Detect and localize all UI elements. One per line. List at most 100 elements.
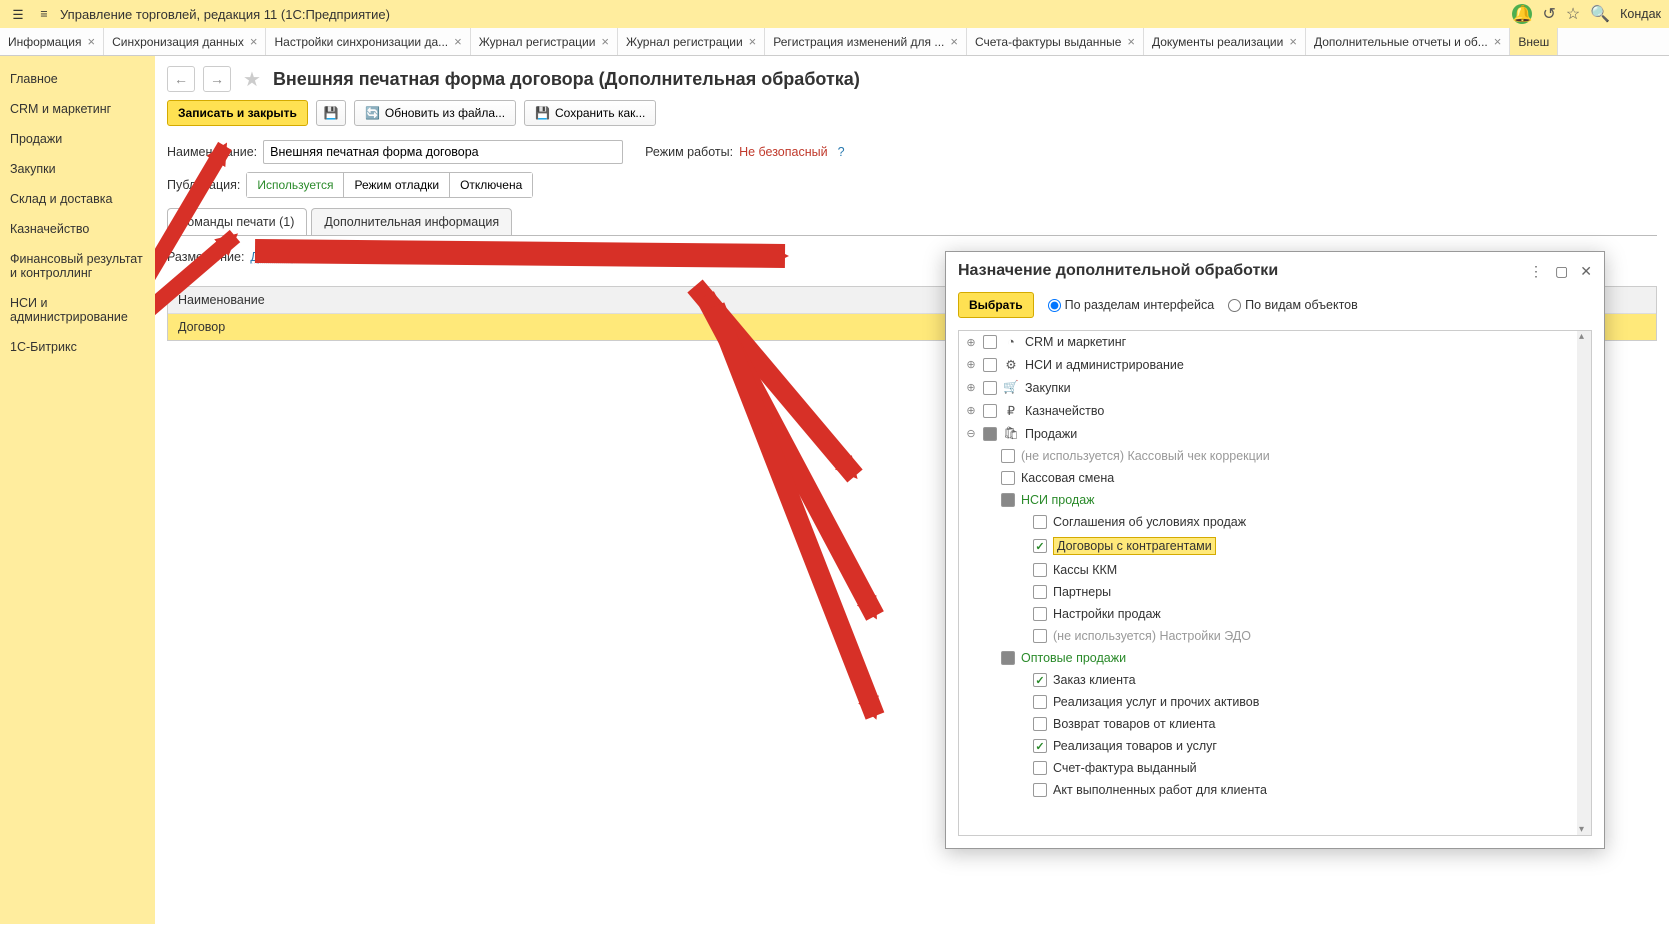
checkbox[interactable] (1033, 695, 1047, 709)
tree-item[interactable]: ⊖🛍Продажи (959, 422, 1591, 445)
tree-item[interactable]: НСИ продаж (959, 489, 1591, 511)
seg-used-button[interactable]: Используется (246, 172, 344, 198)
tab-item[interactable]: Внеш (1510, 28, 1558, 55)
sidebar-item-purchases[interactable]: Закупки (0, 154, 155, 184)
tab-item[interactable]: Документы реализации× (1144, 28, 1306, 55)
sidebar-item-warehouse[interactable]: Склад и доставка (0, 184, 155, 214)
sidebar-item-nsi[interactable]: НСИ и администрирование (0, 288, 155, 332)
close-icon[interactable]: ✕ (1580, 263, 1592, 280)
radio-input[interactable] (1048, 299, 1061, 312)
close-icon[interactable]: × (454, 34, 462, 49)
checkbox[interactable] (1033, 585, 1047, 599)
radio-by-objects[interactable]: По видам объектов (1228, 298, 1358, 312)
search-icon[interactable]: 🔍 (1590, 4, 1610, 24)
select-button[interactable]: Выбрать (958, 292, 1034, 318)
tab-commands[interactable]: Команды печати (1) (167, 208, 307, 235)
close-icon[interactable]: × (250, 34, 258, 49)
tree-item[interactable]: Оптовые продажи (959, 647, 1591, 669)
checkbox[interactable] (1033, 607, 1047, 621)
tree-item[interactable]: ⊕⚙НСИ и администрирование (959, 353, 1591, 376)
menu-icon[interactable]: ☰ (8, 4, 28, 24)
checkbox[interactable] (983, 381, 997, 395)
checkbox[interactable] (983, 358, 997, 372)
checkbox[interactable] (1033, 783, 1047, 797)
help-icon[interactable]: ? (838, 145, 845, 159)
sections-tree[interactable]: ⊕◔CRM и маркетинг⊕⚙НСИ и администрирован… (958, 330, 1592, 836)
bell-icon[interactable]: 🔔 (1512, 4, 1532, 24)
tab-item[interactable]: Настройки синхронизации да...× (266, 28, 470, 55)
checkbox[interactable] (1033, 563, 1047, 577)
checkbox[interactable] (983, 404, 997, 418)
checkbox[interactable] (1033, 761, 1047, 775)
checkbox[interactable]: ✓ (1033, 673, 1047, 687)
seg-debug-button[interactable]: Режим отладки (343, 172, 450, 198)
tab-item[interactable]: Счета-фактуры выданные× (967, 28, 1144, 55)
close-icon[interactable]: × (950, 34, 958, 49)
hamburger-icon[interactable]: ≡ (34, 4, 54, 24)
close-icon[interactable]: × (1494, 34, 1502, 49)
checkbox[interactable] (1001, 651, 1015, 665)
checkbox[interactable]: ✓ (1033, 539, 1047, 553)
tab-item[interactable]: Журнал регистрации× (471, 28, 618, 55)
sidebar-item-main[interactable]: Главное (0, 64, 155, 94)
tree-item[interactable]: Счет-фактура выданный (959, 757, 1591, 779)
save-icon-button[interactable]: 💾 (316, 100, 346, 126)
sidebar-item-treasury[interactable]: Казначейство (0, 214, 155, 244)
checkbox[interactable] (1001, 471, 1015, 485)
tree-item[interactable]: ⊕◔CRM и маркетинг (959, 331, 1591, 353)
tree-item[interactable]: Настройки продаж (959, 603, 1591, 625)
tree-item[interactable]: Возврат товаров от клиента (959, 713, 1591, 735)
expand-icon[interactable]: ⊖ (965, 427, 977, 440)
tree-item[interactable]: ⊕₽Казначейство (959, 399, 1591, 422)
back-button[interactable]: ← (167, 66, 195, 92)
checkbox[interactable] (1001, 493, 1015, 507)
name-input[interactable] (263, 140, 623, 164)
maximize-icon[interactable]: ▢ (1555, 263, 1568, 280)
tree-item[interactable]: ⊕🛒Закупки (959, 376, 1591, 399)
tree-item[interactable]: (не используется) Кассовый чек коррекции (959, 445, 1591, 467)
placement-link[interactable]: Договоры с контрагентами, Реализация тов… (250, 250, 664, 264)
checkbox[interactable]: ✓ (1033, 739, 1047, 753)
close-icon[interactable]: × (749, 34, 757, 49)
tree-item[interactable]: Партнеры (959, 581, 1591, 603)
tree-item[interactable]: Акт выполненных работ для клиента (959, 779, 1591, 801)
close-icon[interactable]: × (1127, 34, 1135, 49)
user-label[interactable]: Кондак (1620, 7, 1661, 21)
tab-addinfo[interactable]: Дополнительная информация (311, 208, 512, 235)
checkbox[interactable] (1033, 717, 1047, 731)
checkbox[interactable] (983, 335, 997, 349)
expand-icon[interactable]: ⊕ (965, 358, 977, 371)
sidebar-item-finance[interactable]: Финансовый результат и контроллинг (0, 244, 155, 288)
save-close-button[interactable]: Записать и закрыть (167, 100, 308, 126)
tree-item[interactable]: ✓Реализация товаров и услуг (959, 735, 1591, 757)
checkbox[interactable] (1001, 449, 1015, 463)
radio-input[interactable] (1228, 299, 1241, 312)
forward-button[interactable]: → (203, 66, 231, 92)
scrollbar[interactable] (1577, 331, 1591, 835)
tab-item[interactable]: Журнал регистрации× (618, 28, 765, 55)
tree-item[interactable]: Соглашения об условиях продаж (959, 511, 1591, 533)
tree-item[interactable]: Кассовая смена (959, 467, 1591, 489)
expand-icon[interactable]: ⊕ (965, 381, 977, 394)
seg-disabled-button[interactable]: Отключена (449, 172, 533, 198)
sidebar-item-crm[interactable]: CRM и маркетинг (0, 94, 155, 124)
tree-item[interactable]: ✓Заказ клиента (959, 669, 1591, 691)
close-icon[interactable]: × (601, 34, 609, 49)
favorite-star-icon[interactable]: ★ (243, 67, 261, 92)
tree-item[interactable]: Кассы ККМ (959, 559, 1591, 581)
expand-icon[interactable]: ⊕ (965, 404, 977, 417)
more-icon[interactable]: ⋮ (1529, 263, 1543, 280)
tree-item[interactable]: Реализация услуг и прочих активов (959, 691, 1591, 713)
tab-item[interactable]: Дополнительные отчеты и об...× (1306, 28, 1510, 55)
star-icon[interactable]: ☆ (1566, 4, 1580, 24)
checkbox[interactable] (983, 427, 997, 441)
refresh-from-file-button[interactable]: 🔄Обновить из файла... (354, 100, 516, 126)
close-icon[interactable]: × (1289, 34, 1297, 49)
checkbox[interactable] (1033, 515, 1047, 529)
history-icon[interactable]: ↺ (1542, 4, 1555, 24)
tab-item[interactable]: Регистрация изменений для ...× (765, 28, 967, 55)
tab-item[interactable]: Информация× (0, 28, 104, 55)
radio-by-sections[interactable]: По разделам интерфейса (1048, 298, 1215, 312)
sidebar-item-bitrix[interactable]: 1С-Битрикс (0, 332, 155, 362)
save-as-button[interactable]: 💾Сохранить как... (524, 100, 656, 126)
